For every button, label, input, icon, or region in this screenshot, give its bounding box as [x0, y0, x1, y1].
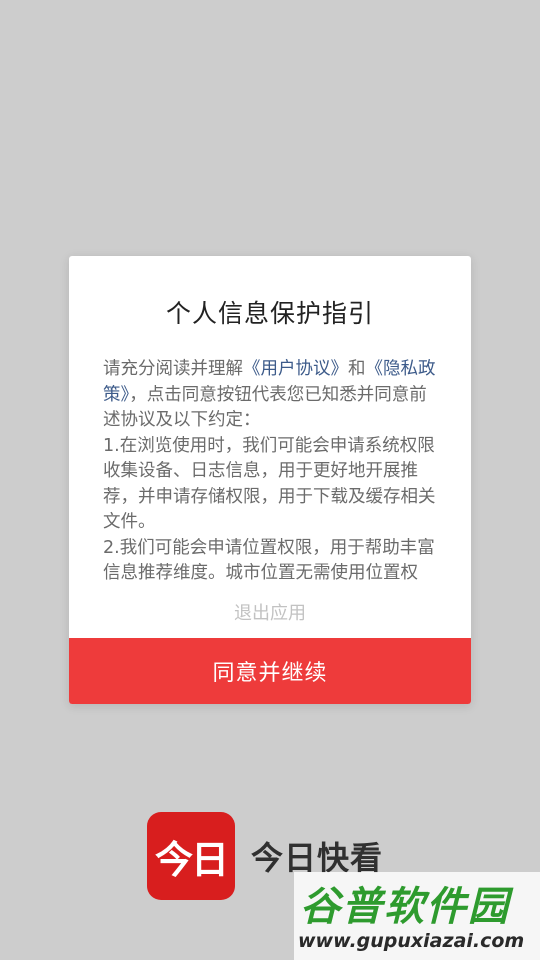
user-agreement-link[interactable]: 《用户协议》 — [243, 359, 348, 379]
exit-app-button[interactable]: 退出应用 — [69, 599, 471, 625]
policy-item-1: 1.在浏览使用时，我们可能会申请系统权限收集设备、日志信息，用于更好地开展推荐，… — [103, 435, 436, 533]
dialog-title: 个人信息保护指引 — [165, 299, 374, 328]
watermark-url: www.gupuxiazai.com — [298, 930, 525, 952]
watermark-title: 谷普软件园 — [300, 884, 510, 930]
consent-text: ，点击同意按钮代表您已知悉并同意前述协议及以下约定： — [103, 384, 427, 431]
app-logo-text: 今日 — [154, 837, 229, 882]
policy-item-2: 2.我们可能会申请位置权限，用于帮助丰富信息推荐维度。城市位置无需使用位置权限，… — [103, 537, 435, 583]
dialog-body-scroll[interactable]: 请充分阅读并理解《用户协议》和《隐私政策》，点击同意按钮代表您已知悉并同意前述协… — [103, 357, 443, 582]
agree-continue-button[interactable]: 同意并继续 — [69, 638, 471, 704]
watermark: 谷普软件园 www.gupuxiazai.com — [294, 872, 540, 960]
conjunction-text: 和 — [348, 359, 366, 379]
app-logo: 今日 — [147, 812, 235, 900]
intro-text: 请充分阅读并理解 — [103, 359, 243, 379]
privacy-dialog: 个人信息保护指引 请充分阅读并理解《用户协议》和《隐私政策》，点击同意按钮代表您… — [69, 256, 471, 704]
